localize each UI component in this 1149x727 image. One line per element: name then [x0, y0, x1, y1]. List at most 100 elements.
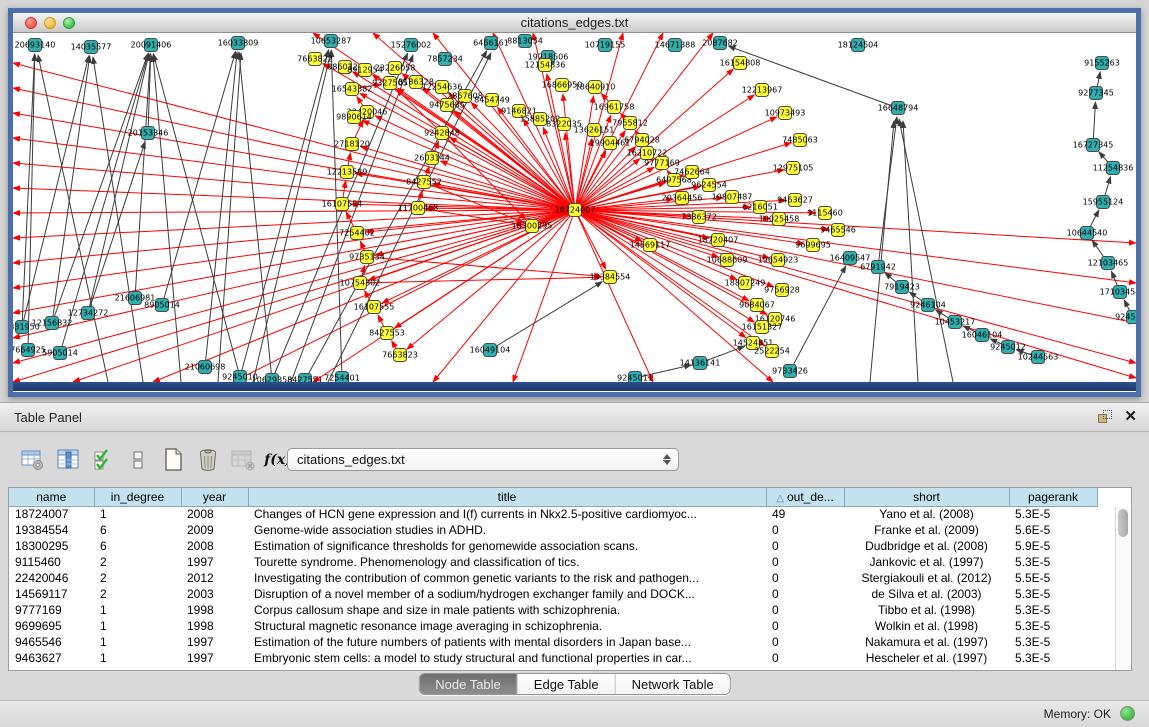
graph-node[interactable]: 7663823: [382, 349, 418, 362]
graph-node[interactable]: 20693140: [15, 39, 56, 52]
graph-node[interactable]: 9155263: [1084, 57, 1120, 70]
graph-node[interactable]: 21060698: [185, 361, 226, 374]
graph-node[interactable]: 18124504: [838, 39, 879, 52]
table-row[interactable]: 946554611997Estimation of the future num…: [9, 634, 1097, 650]
tab-edge-table[interactable]: Edge Table: [518, 674, 616, 694]
graph-node[interactable]: 10653287: [311, 35, 352, 48]
graph-node[interactable]: 16151327: [742, 321, 783, 334]
table-scrollbar[interactable]: [1115, 507, 1130, 670]
graph-node[interactable]: 9115460: [807, 207, 843, 220]
graph-node[interactable]: 19654923: [758, 254, 799, 267]
graph-node[interactable]: 12154836: [525, 59, 566, 72]
graph-node[interactable]: 14569117: [630, 239, 671, 252]
graph-node[interactable]: 9084067: [739, 299, 775, 312]
column-header-out[interactable]: △out_de...: [766, 488, 844, 506]
graph-node[interactable]: 10644540: [1067, 227, 1108, 240]
graph-node[interactable]: 8427551: [287, 374, 323, 383]
graph-node[interactable]: 7386372: [681, 211, 717, 224]
table-row[interactable]: 946362711997Embryonic stem cells: a mode…: [9, 650, 1097, 666]
graph-node[interactable]: 8427553: [369, 327, 405, 340]
graph-node[interactable]: 11700468: [398, 202, 439, 215]
table-row[interactable]: 969969511998Structural magnetic resonanc…: [9, 618, 1097, 634]
column-header-title[interactable]: title: [248, 488, 766, 506]
table-row[interactable]: 2242004622012Investigating the contribut…: [9, 570, 1097, 586]
graph-node[interactable]: 2522254: [754, 345, 790, 358]
table-scrollbar-thumb[interactable]: [1118, 509, 1128, 537]
graph-node[interactable]: 16033809: [218, 37, 259, 50]
graph-node[interactable]: 19384554: [590, 271, 631, 284]
table-select-dropdown[interactable]: citations_edges.txt: [287, 448, 679, 471]
graph-node[interactable]: 20153346: [128, 127, 169, 140]
graph-node[interactable]: 14035577: [71, 41, 112, 54]
graph-node[interactable]: 9733426: [772, 365, 808, 378]
graph-node[interactable]: 16107554: [322, 198, 363, 211]
graph-node[interactable]: 10244563: [1018, 351, 1059, 364]
graph-node[interactable]: 9277345: [1078, 87, 1114, 100]
graph-node[interactable]: 13626151: [574, 124, 615, 137]
graph-node[interactable]: 9624554: [691, 179, 727, 192]
graph-node[interactable]: 18300295: [512, 220, 553, 233]
graph-node[interactable]: 17103454: [1100, 286, 1136, 299]
graph-node[interactable]: 18640910: [575, 81, 616, 94]
graph-node[interactable]: 9735134: [349, 251, 385, 264]
graph-node[interactable]: 16049104: [470, 344, 511, 357]
float-panel-icon[interactable]: [1098, 410, 1112, 424]
graph-node[interactable]: 12103465: [1088, 257, 1129, 270]
graph-node[interactable]: 10688609: [707, 254, 748, 267]
table-row[interactable]: 1830029562008Estimation of significance …: [9, 538, 1097, 554]
table-row[interactable]: 911546021997Tourette syndrome. Phenomeno…: [9, 554, 1097, 570]
graph-node[interactable]: 9756928: [764, 284, 800, 297]
row-stack-icon[interactable]: [125, 447, 151, 473]
graph-node[interactable]: 12975105: [773, 162, 814, 175]
graph-node[interactable]: 18720407: [698, 234, 739, 247]
graph-node[interactable]: 16961758: [594, 101, 635, 114]
table-row[interactable]: 1456911722003Disruption of a novel membe…: [9, 586, 1097, 602]
column-header-pr[interactable]: pagerank: [1009, 488, 1097, 506]
column-header-short[interactable]: short: [844, 488, 1009, 506]
show-columns-icon[interactable]: [55, 447, 81, 473]
graph-node[interactable]: 16543382: [332, 83, 373, 96]
close-window-icon[interactable]: [25, 17, 37, 29]
graph-node[interactable]: 16107555: [354, 301, 395, 314]
graph-node[interactable]: 7664925: [13, 344, 46, 357]
graph-node[interactable]: 18807249: [725, 277, 766, 290]
network-graph[interactable]: 1872400720693140140355772009140616033809…: [13, 33, 1136, 382]
graph-node[interactable]: 12213967: [742, 84, 783, 97]
graph-node[interactable]: 9245013: [1115, 311, 1136, 324]
graph-node[interactable]: 7254401: [324, 372, 360, 383]
minimize-window-icon[interactable]: [44, 17, 56, 29]
graph-node[interactable]: 8813054: [507, 35, 543, 48]
graph-node[interactable]: 14136141: [680, 357, 721, 370]
graph-node[interactable]: 6791942: [860, 261, 896, 274]
select-all-icon[interactable]: [90, 447, 116, 473]
graph-node[interactable]: 6216051: [742, 201, 778, 214]
graph-node[interactable]: 7485063: [782, 134, 818, 147]
network-view-window[interactable]: citations_edges.txt 18724007206931401403…: [8, 8, 1141, 397]
graph-node[interactable]: 9245011: [617, 372, 653, 383]
column-header-year[interactable]: year: [181, 488, 248, 506]
graph-node[interactable]: 15955124: [1083, 196, 1124, 209]
zoom-window-icon[interactable]: [63, 17, 75, 29]
graph-node[interactable]: 10025458: [759, 213, 800, 226]
graph-node[interactable]: 15276002: [391, 39, 432, 52]
graph-node[interactable]: 16727345: [1073, 139, 1114, 152]
graph-node[interactable]: 10719155: [585, 39, 626, 52]
table-settings-icon[interactable]: [20, 447, 46, 473]
column-header-name[interactable]: name: [9, 488, 94, 506]
graph-node[interactable]: 9890614: [336, 111, 372, 124]
graph-node[interactable]: 14671388: [655, 39, 696, 52]
graph-node[interactable]: 12213589: [327, 166, 368, 179]
close-panel-icon[interactable]: ✕: [1124, 410, 1137, 424]
graph-node[interactable]: 9465546: [820, 224, 856, 237]
graph-node[interactable]: 9475685: [429, 99, 465, 112]
tab-network-table[interactable]: Network Table: [616, 674, 730, 694]
graph-node[interactable]: 7919423: [884, 281, 920, 294]
network-window-titlebar[interactable]: citations_edges.txt: [13, 13, 1136, 33]
graph-node[interactable]: 16046104: [962, 329, 1003, 342]
graph-node[interactable]: 6466161: [473, 37, 509, 50]
graph-node[interactable]: 8454749: [474, 94, 510, 107]
table-row[interactable]: 1938455462009Genome-wide association stu…: [9, 522, 1097, 538]
graph-node[interactable]: 5905014: [42, 347, 78, 360]
graph-node[interactable]: 9242848: [424, 127, 460, 140]
table-row[interactable]: 977716911998Corpus callosum shape and si…: [9, 602, 1097, 618]
